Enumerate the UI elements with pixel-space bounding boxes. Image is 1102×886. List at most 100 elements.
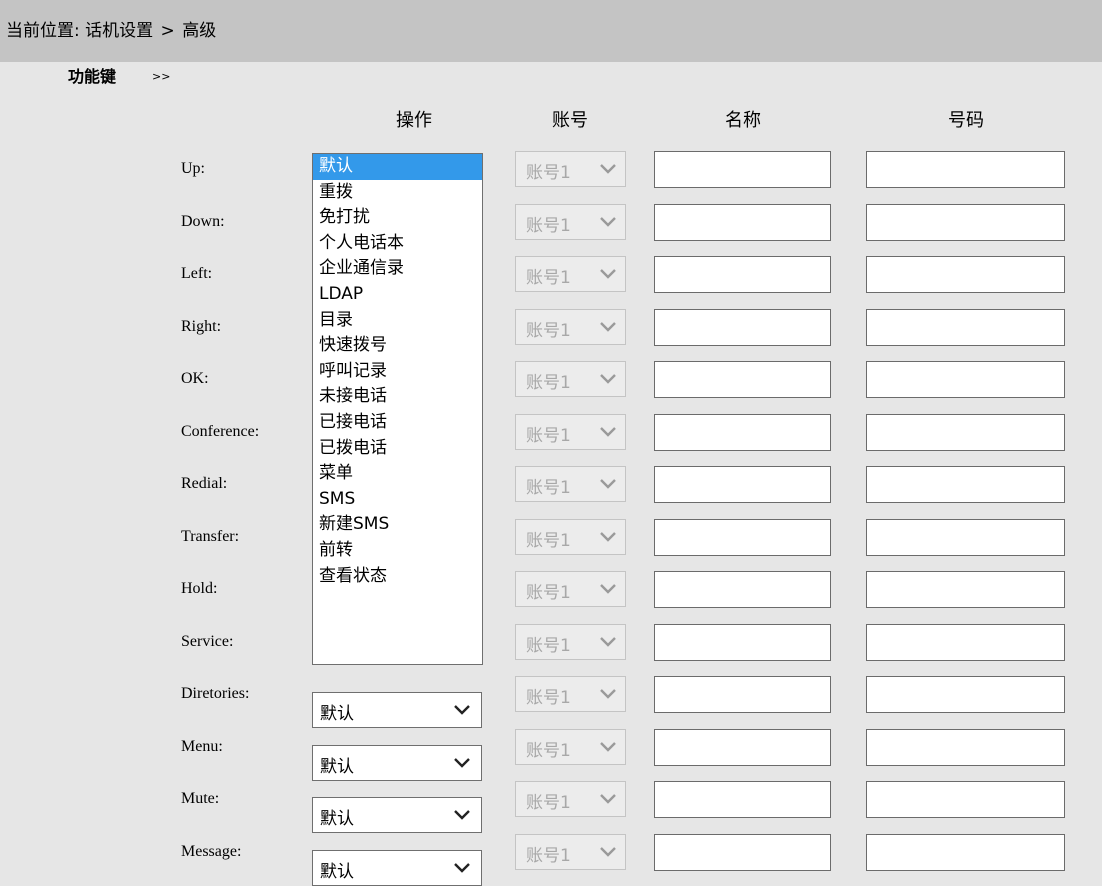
- account-select[interactable]: 账号1: [515, 413, 626, 450]
- name-input[interactable]: [654, 728, 831, 766]
- dropdown-option[interactable]: 重拨: [313, 180, 482, 206]
- dropdown-option[interactable]: SMS: [313, 487, 482, 513]
- name-input[interactable]: [654, 571, 831, 608]
- name-input[interactable]: [654, 308, 831, 346]
- account-select-value: 账号1: [526, 635, 571, 656]
- account-select[interactable]: 账号1: [515, 571, 626, 607]
- account-select[interactable]: 账号1: [515, 676, 626, 712]
- number-input[interactable]: [866, 466, 1065, 503]
- account-select-value: 账号1: [526, 530, 571, 551]
- name-input[interactable]: [654, 413, 831, 451]
- dropdown-option[interactable]: 免打扰: [313, 205, 482, 231]
- name-input[interactable]: [654, 781, 831, 818]
- breadcrumb-prefix: 当前位置:: [6, 21, 80, 41]
- number-input[interactable]: [866, 308, 1065, 346]
- number-input[interactable]: [866, 361, 1065, 398]
- number-input[interactable]: [866, 571, 1065, 608]
- number-input[interactable]: [866, 728, 1065, 766]
- number-input[interactable]: [866, 833, 1065, 871]
- name-input[interactable]: [654, 676, 831, 713]
- account-select[interactable]: 账号1: [515, 781, 626, 817]
- chevron-down-icon: [599, 214, 617, 228]
- number-input[interactable]: [866, 151, 1065, 188]
- row-label: OK:: [181, 370, 209, 387]
- name-input[interactable]: [654, 466, 831, 503]
- dropdown-option[interactable]: 个人电话本: [313, 231, 482, 257]
- account-select-value: 账号1: [526, 215, 571, 236]
- column-header-number: 号码: [948, 110, 984, 131]
- row-label: Right:: [181, 317, 222, 335]
- number-input[interactable]: [866, 781, 1065, 818]
- operation-select-value: 默认: [320, 809, 354, 829]
- account-select-value: 账号1: [526, 268, 571, 288]
- chevron-down-icon: [453, 702, 471, 716]
- chevron-down-icon: [599, 581, 617, 595]
- chevron-down-icon: [599, 424, 617, 438]
- account-select[interactable]: 账号1: [515, 466, 626, 502]
- number-input[interactable]: [866, 203, 1065, 241]
- name-input[interactable]: [654, 623, 831, 661]
- operation-select[interactable]: 默认: [312, 849, 482, 886]
- dropdown-option[interactable]: 已拨电话: [313, 436, 482, 462]
- name-input[interactable]: [654, 203, 831, 241]
- account-select[interactable]: 账号1: [515, 203, 626, 240]
- breadcrumb-phone-settings[interactable]: 话机设置: [85, 21, 153, 41]
- column-header-operation: 操作: [396, 110, 432, 131]
- chevron-down-icon: [453, 807, 471, 821]
- row-label: Service:: [181, 632, 234, 650]
- dropdown-option[interactable]: 未接电话: [313, 384, 482, 410]
- operation-select-value: 默认: [320, 704, 354, 724]
- number-input[interactable]: [866, 676, 1065, 713]
- dropdown-option[interactable]: 前转: [313, 538, 482, 564]
- row-label: Mute:: [181, 790, 220, 807]
- dropdown-option[interactable]: 企业通信录: [313, 256, 482, 282]
- chevron-down-icon: [599, 686, 617, 700]
- operation-dropdown-list[interactable]: 默认 重拨 免打扰 个人电话本 企业通信录 LDAP 目录 快速拨号 呼叫记录 未接电话 已接电话已…: [312, 153, 483, 665]
- chevron-down-icon: [599, 791, 617, 805]
- chevron-down-icon: [599, 266, 617, 280]
- row-label: Left:: [181, 265, 213, 282]
- operation-select[interactable]: 默认: [312, 797, 482, 833]
- operation-select[interactable]: 默认: [312, 692, 482, 728]
- column-header-name: 名称: [725, 110, 761, 131]
- dropdown-option[interactable]: 已接电话: [313, 410, 482, 436]
- account-select[interactable]: 账号1: [515, 728, 626, 765]
- name-input[interactable]: [654, 256, 831, 293]
- account-select-value: 账号1: [526, 845, 571, 866]
- account-select[interactable]: 账号1: [515, 833, 626, 870]
- chevron-down-icon: [599, 844, 617, 858]
- row-label: Hold:: [181, 580, 218, 597]
- dropdown-option[interactable]: 呼叫记录: [313, 359, 482, 385]
- account-select[interactable]: 账号1: [515, 256, 626, 292]
- name-input[interactable]: [654, 361, 831, 398]
- dropdown-option[interactable]: 快速拨号: [313, 333, 482, 359]
- dropdown-option[interactable]: 默认: [313, 154, 482, 180]
- row-label: Menu:: [181, 737, 223, 755]
- name-input[interactable]: [654, 833, 831, 871]
- account-select[interactable]: 账号1: [515, 623, 626, 660]
- chevron-down-icon: [453, 860, 471, 874]
- number-input[interactable]: [866, 518, 1065, 556]
- dropdown-option[interactable]: 新建SMS: [313, 512, 482, 538]
- number-input[interactable]: [866, 623, 1065, 661]
- number-input[interactable]: [866, 413, 1065, 451]
- account-select-value: 账号1: [526, 425, 571, 446]
- name-input[interactable]: [654, 151, 831, 188]
- row-label: Down:: [181, 212, 225, 230]
- account-select-value: 账号1: [526, 583, 571, 603]
- chevron-down-icon: [599, 161, 617, 175]
- dropdown-option[interactable]: 目录: [313, 308, 482, 334]
- account-select[interactable]: 账号1: [515, 308, 626, 345]
- dropdown-option[interactable]: LDAP: [313, 282, 482, 308]
- account-select[interactable]: 账号1: [515, 518, 626, 555]
- chevron-down-icon: [599, 529, 617, 543]
- dropdown-option[interactable]: 菜单: [313, 461, 482, 487]
- breadcrumb-advanced: 高级: [182, 21, 217, 41]
- chevron-down-icon: [599, 739, 617, 753]
- number-input[interactable]: [866, 256, 1065, 293]
- name-input[interactable]: [654, 518, 831, 556]
- account-select[interactable]: 账号1: [515, 151, 626, 187]
- dropdown-option[interactable]: 查看状态: [313, 564, 482, 590]
- account-select[interactable]: 账号1: [515, 361, 626, 397]
- operation-select[interactable]: 默认: [312, 744, 482, 781]
